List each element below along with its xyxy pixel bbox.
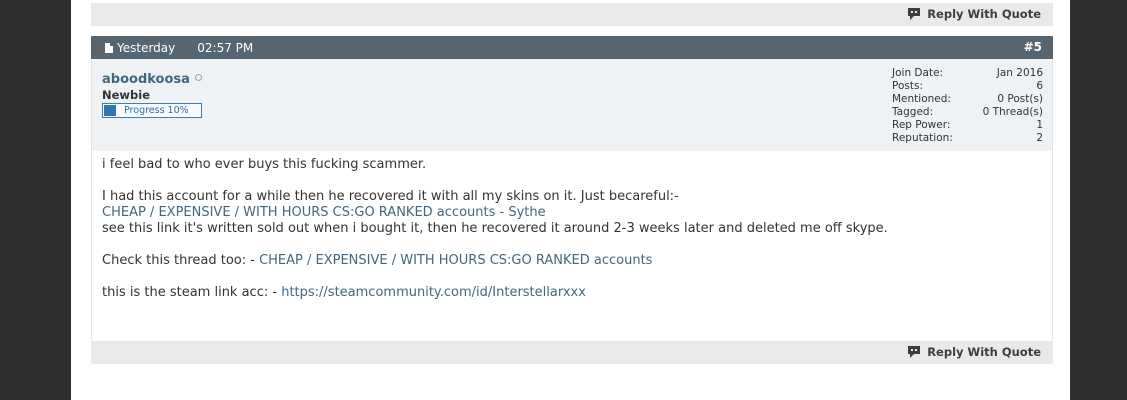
- message-line: I had this account for a while then he r…: [102, 189, 679, 204]
- thread-link[interactable]: CHEAP / EXPENSIVE / WITH HOURS CS:GO RAN…: [259, 253, 652, 268]
- stat-label: Join Date:: [892, 67, 944, 79]
- stat-value: 6: [1036, 80, 1043, 92]
- rank-progress-badge: Progress 10%: [102, 103, 202, 118]
- stat-value: Jan 2016: [996, 67, 1043, 79]
- post-footer: Reply With Quote: [91, 341, 1053, 364]
- post-number-link[interactable]: #5: [1024, 40, 1042, 54]
- rank-progress-label: Progress 10%: [124, 105, 189, 116]
- stat-row: Join Date: Jan 2016: [892, 67, 1043, 80]
- rank-progress-fill: [104, 105, 116, 116]
- stat-row: Reputation: 2: [892, 132, 1043, 145]
- quote-bubble-icon: [908, 346, 921, 358]
- user-title: Newbie: [102, 88, 151, 102]
- stat-row: Mentioned: 0 Post(s): [892, 93, 1043, 106]
- stat-row: Tagged: 0 Thread(s): [892, 106, 1043, 119]
- message-line: see this link it's written sold out when…: [102, 221, 888, 236]
- post-header: Yesterday 02:57 PM #5: [91, 36, 1053, 59]
- reply-with-quote-label: Reply With Quote: [927, 7, 1041, 21]
- post-content: i feel bad to who ever buys this fucking…: [91, 151, 1053, 340]
- offline-status-icon: [194, 74, 202, 81]
- post-message: i feel bad to who ever buys this fucking…: [102, 157, 888, 301]
- user-stats: Join Date: Jan 2016 Posts: 6 Mentioned: 0 P…: [892, 67, 1043, 145]
- stat-label: Reputation:: [892, 132, 953, 144]
- reply-with-quote-button[interactable]: Reply With Quote: [907, 345, 1041, 359]
- message-text: this is the steam link acc: -: [102, 285, 282, 300]
- stat-label: Mentioned:: [892, 93, 951, 105]
- stat-value: 0 Post(s): [997, 93, 1043, 105]
- stat-row: Posts: 6: [892, 80, 1043, 93]
- previous-post-footer: Reply With Quote: [91, 3, 1053, 26]
- username-text: aboodkoosa: [102, 72, 190, 87]
- post-date: Yesterday 02:57 PM: [105, 41, 253, 55]
- quote-bubble-icon: [908, 8, 921, 20]
- stat-label: Rep Power:: [892, 119, 951, 131]
- forum-page: Reply With Quote Yesterday 02:57 PM #5 a…: [71, 0, 1070, 400]
- reply-with-quote-button[interactable]: Reply With Quote: [907, 7, 1041, 21]
- steam-profile-link[interactable]: https://steamcommunity.com/id/Interstell…: [281, 285, 586, 300]
- message-text: Check this thread too: -: [102, 253, 260, 268]
- sythe-thread-link[interactable]: CHEAP / EXPENSIVE / WITH HOURS CS:GO RAN…: [102, 205, 546, 220]
- stat-value: 1: [1036, 119, 1043, 131]
- message-line: i feel bad to who ever buys this fucking…: [102, 157, 427, 172]
- stat-value: 2: [1036, 132, 1043, 144]
- reply-with-quote-label: Reply With Quote: [927, 345, 1041, 359]
- stat-value: 0 Thread(s): [982, 106, 1043, 118]
- stat-row: Rep Power: 1: [892, 119, 1043, 132]
- stat-label: Posts:: [892, 80, 923, 92]
- username-link[interactable]: aboodkoosa: [102, 72, 202, 87]
- post-time-text: 02:57 PM: [197, 41, 254, 55]
- document-icon: [105, 43, 113, 53]
- user-info-panel: aboodkoosa Newbie Progress 10% Join Date…: [91, 59, 1053, 151]
- post-date-text: Yesterday: [117, 41, 176, 55]
- stat-label: Tagged:: [892, 106, 934, 118]
